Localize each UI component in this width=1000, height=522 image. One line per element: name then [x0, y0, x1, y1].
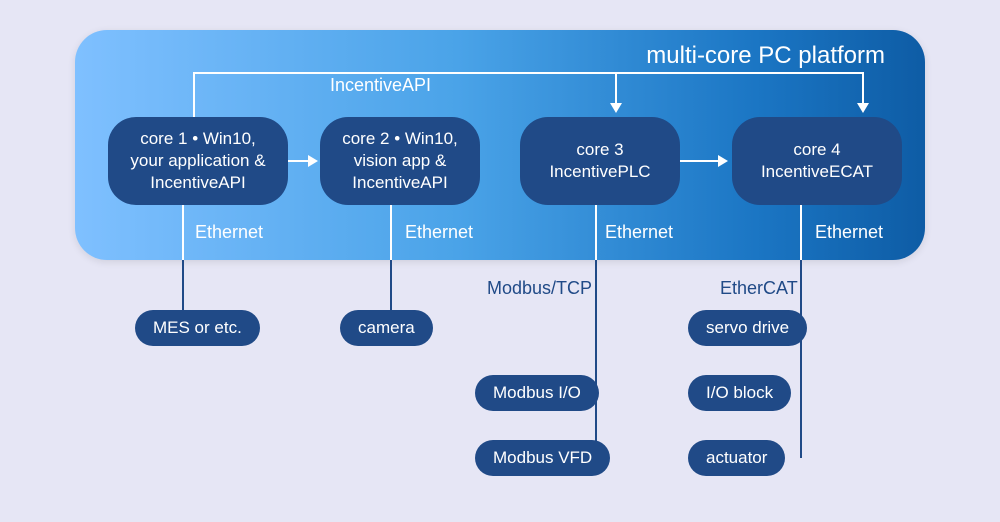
arrow-right-icon — [718, 155, 728, 167]
peripheral-servo-drive: servo drive — [688, 310, 807, 346]
peripheral-mes: MES or etc. — [135, 310, 260, 346]
connector-line — [800, 260, 802, 458]
connector-line — [680, 160, 720, 162]
connector-line — [390, 205, 392, 260]
core-line: IncentiveAPI — [352, 172, 447, 194]
connector-line — [193, 72, 863, 74]
core-line: your application & — [130, 150, 265, 172]
platform-title: multi-core PC platform — [646, 42, 885, 70]
core-line: core 2 • Win10, — [342, 128, 458, 150]
ethernet-label: Ethernet — [815, 222, 883, 243]
core-line: core 1 • Win10, — [140, 128, 256, 150]
core-4: core 4 IncentiveECAT — [732, 117, 902, 205]
ethernet-label: Ethernet — [605, 222, 673, 243]
api-label: IncentiveAPI — [330, 75, 431, 96]
connector-line — [800, 205, 802, 260]
core-3: core 3 IncentivePLC — [520, 117, 680, 205]
ethernet-label: Ethernet — [195, 222, 263, 243]
ethernet-label: Ethernet — [405, 222, 473, 243]
connector-line — [862, 72, 864, 104]
core-line: IncentiveAPI — [150, 172, 245, 194]
connector-line — [595, 260, 597, 458]
connector-line — [182, 205, 184, 260]
peripheral-modbus-io: Modbus I/O — [475, 375, 599, 411]
connector-line — [193, 72, 195, 117]
peripheral-actuator: actuator — [688, 440, 785, 476]
core-line: vision app & — [354, 150, 447, 172]
modbus-label: Modbus/TCP — [487, 278, 592, 299]
peripheral-io-block: I/O block — [688, 375, 791, 411]
connector-line — [615, 72, 617, 104]
peripheral-modbus-vfd: Modbus VFD — [475, 440, 610, 476]
arrow-down-icon — [857, 103, 869, 113]
ethercat-label: EtherCAT — [720, 278, 798, 299]
arrow-down-icon — [610, 103, 622, 113]
core-1: core 1 • Win10, your application & Incen… — [108, 117, 288, 205]
core-line: IncentivePLC — [549, 161, 650, 183]
arrow-right-icon — [308, 155, 318, 167]
core-line: core 4 — [793, 139, 840, 161]
connector-line — [288, 160, 310, 162]
core-2: core 2 • Win10, vision app & IncentiveAP… — [320, 117, 480, 205]
peripheral-camera: camera — [340, 310, 433, 346]
core-line: core 3 — [576, 139, 623, 161]
connector-line — [595, 205, 597, 260]
core-line: IncentiveECAT — [761, 161, 873, 183]
